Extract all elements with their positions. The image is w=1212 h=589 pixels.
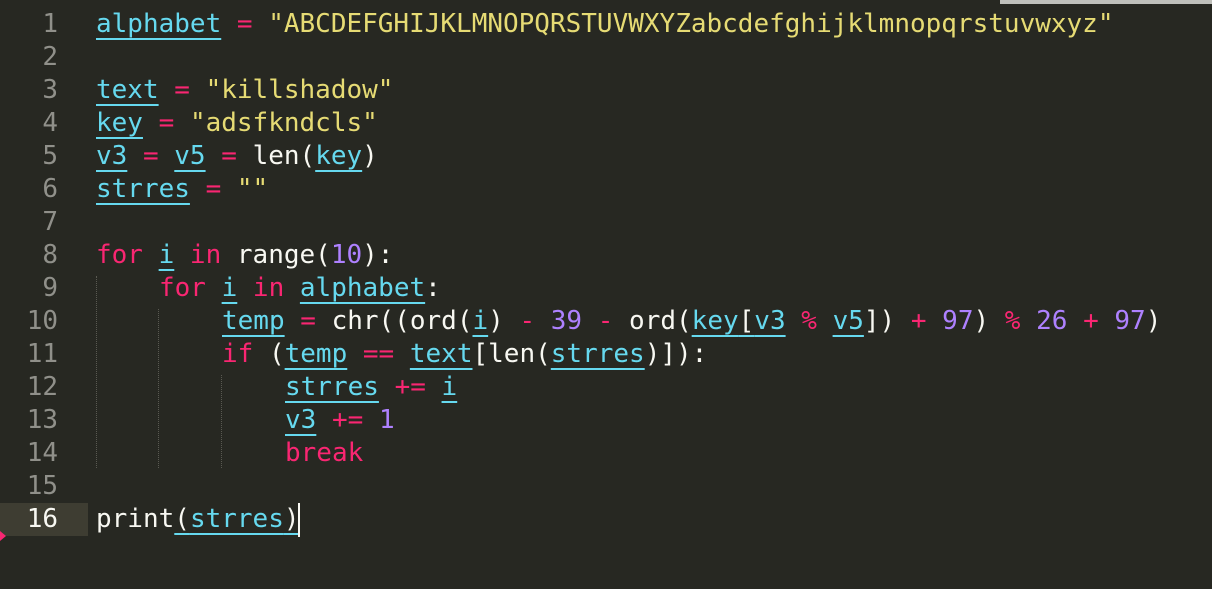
code-line-15[interactable]: 15 <box>0 470 1212 503</box>
keyword-token: if <box>222 339 254 369</box>
line-number: 9 <box>42 273 58 303</box>
string-token: "adsfkndcls" <box>189 108 378 138</box>
variable-token: i <box>472 306 489 336</box>
code-line-10[interactable]: 10 temp = chr((ord(i) - 39 - ord(key[v3 … <box>0 305 1212 338</box>
line-number: 4 <box>42 108 58 138</box>
code-line-13[interactable]: 13 v3 += 1 <box>0 404 1212 437</box>
code-editor[interactable]: 1 alphabet = "ABCDEFGHIJKLMNOPQRSTUVWXYZ… <box>0 0 1212 589</box>
code-line-7[interactable]: 7 <box>0 206 1212 239</box>
variable-token: v5 <box>174 141 206 171</box>
code-line-9[interactable]: 9 for i in alphabet: <box>0 272 1212 305</box>
variable-token: alphabet <box>299 273 426 303</box>
line-number: 10 <box>26 306 58 336</box>
line-number: 15 <box>26 471 58 501</box>
code-line-11[interactable]: 11 if (temp == text[len(strres)]): <box>0 338 1212 371</box>
code-line-4[interactable]: 4 key = "adsfkndcls" <box>0 107 1212 140</box>
text-caret <box>298 503 300 537</box>
line-number: 6 <box>42 174 58 204</box>
variable-token: i <box>158 240 175 270</box>
number-token: 97 <box>942 306 974 336</box>
variable-token: text <box>409 339 473 369</box>
code-text[interactable]: key = "adsfkndcls" <box>96 107 378 140</box>
line-number: 2 <box>42 42 58 72</box>
line-number: 1 <box>42 9 58 39</box>
code-line-3[interactable]: 3 text = "killshadow" <box>0 74 1212 107</box>
variable-token: key <box>96 108 143 138</box>
line-number: 12 <box>26 372 58 402</box>
code-line-2[interactable]: 2 <box>0 41 1212 74</box>
string-token: "" <box>236 174 269 204</box>
code-line-16[interactable]: 16 print(strres) <box>0 503 1212 536</box>
number-token: 26 <box>1036 306 1068 336</box>
code-text[interactable]: for i in alphabet: <box>159 272 441 305</box>
string-token: "ABCDEFGHIJKLMNOPQRSTUVWXYZabcdefghijklm… <box>268 9 1114 39</box>
code-line-5[interactable]: 5 v3 = v5 = len(key) <box>0 140 1212 173</box>
variable-token: strres <box>189 504 284 534</box>
code-text[interactable]: text = "killshadow" <box>96 74 393 107</box>
keyword-token: break <box>285 438 364 468</box>
code-line-14[interactable]: 14 break <box>0 437 1212 470</box>
code-text[interactable]: alphabet = "ABCDEFGHIJKLMNOPQRSTUVWXYZab… <box>96 8 1113 41</box>
line-number: 7 <box>42 207 58 237</box>
line-number: 13 <box>26 405 58 435</box>
number-token: 10 <box>330 240 363 270</box>
variable-token: strres <box>96 174 190 204</box>
minimap-scrollbar[interactable] <box>1000 0 1212 4</box>
variable-token: v5 <box>832 306 864 336</box>
code-text[interactable]: strres = "" <box>96 173 268 206</box>
code-text[interactable]: v3 += 1 <box>285 404 395 437</box>
line-number: 14 <box>26 438 58 468</box>
variable-token: text <box>96 75 159 105</box>
string-token: "killshadow" <box>205 75 394 105</box>
variable-token: i <box>441 372 458 402</box>
error-marker-icon <box>0 531 6 541</box>
code-line-8[interactable]: 8 for i in range(10): <box>0 239 1212 272</box>
keyword-token: in <box>174 240 237 270</box>
line-number: 8 <box>42 240 58 270</box>
variable-token: key <box>315 141 363 171</box>
code-text[interactable]: for i in range(10): <box>96 239 393 272</box>
code-text[interactable]: if (temp == text[len(strres)]): <box>222 338 707 371</box>
variable-token: key <box>691 306 739 336</box>
keyword-token: in <box>237 273 300 303</box>
variable-token: v3 <box>96 141 128 171</box>
code-text[interactable]: v3 = v5 = len(key) <box>96 140 378 173</box>
code-line-12[interactable]: 12 strres += i <box>0 371 1212 404</box>
line-number: 11 <box>26 339 58 369</box>
code-text[interactable]: print(strres) <box>96 503 300 536</box>
variable-token: v3 <box>285 405 317 435</box>
number-token: 97 <box>1114 306 1146 336</box>
line-number: 5 <box>42 141 58 171</box>
code-text[interactable]: break <box>285 437 363 470</box>
keyword-token: for <box>96 240 143 270</box>
variable-token: temp <box>284 339 348 369</box>
variable-token: temp <box>222 306 285 336</box>
number-token: 39 <box>550 306 583 336</box>
line-number: 3 <box>42 75 58 105</box>
variable-token: strres <box>285 372 379 402</box>
variable-token: alphabet <box>96 9 222 39</box>
line-number: 16 <box>26 504 58 534</box>
code-line-1[interactable]: 1 alphabet = "ABCDEFGHIJKLMNOPQRSTUVWXYZ… <box>0 8 1212 41</box>
variable-token: v3 <box>754 306 786 336</box>
code-line-6[interactable]: 6 strres = "" <box>0 173 1212 206</box>
code-text[interactable]: strres += i <box>285 371 457 404</box>
variable-token: strres <box>550 339 645 369</box>
variable-token: i <box>221 273 238 303</box>
number-token: 1 <box>378 405 395 435</box>
keyword-token: for <box>159 273 206 303</box>
code-text[interactable]: temp = chr((ord(i) - 39 - ord(key[v3 % v… <box>222 305 1161 338</box>
